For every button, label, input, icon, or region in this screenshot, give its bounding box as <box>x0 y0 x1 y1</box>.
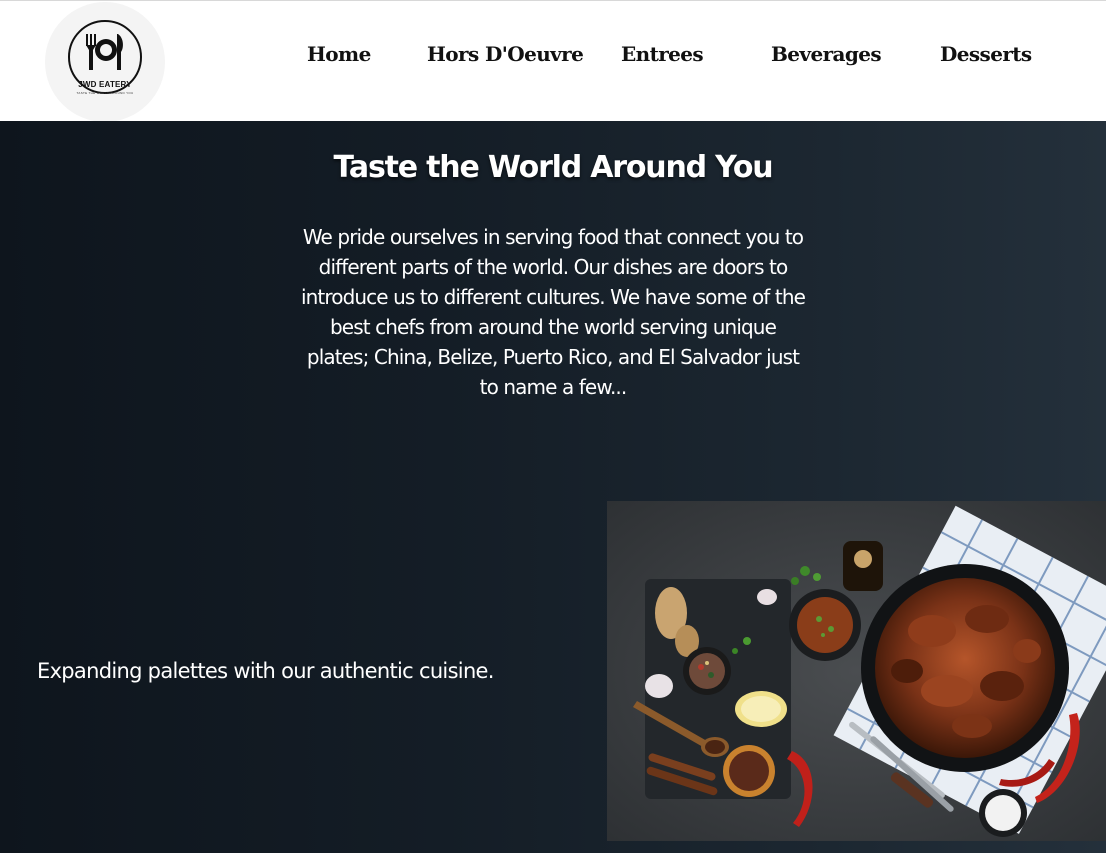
site-header: JWD EATERY TASTE THE WORLD AROUND YOU Ho… <box>0 0 1106 122</box>
brand-tagline: TASTE THE WORLD AROUND YOU <box>76 91 134 95</box>
nav-beverages[interactable]: Beverages <box>771 42 882 66</box>
nav-desserts[interactable]: Desserts <box>940 42 1032 66</box>
intro-line: introduce us to different cultures. We h… <box>300 285 806 309</box>
page-title: Taste the World Around You <box>333 150 774 185</box>
intro-line: plates; China, Belize, Puerto Rico, and … <box>306 345 800 369</box>
hero-section: Taste the World Around You We pride ours… <box>0 121 1106 853</box>
nav-hors-doeuvre[interactable]: Hors D'Oeuvre <box>427 42 584 66</box>
plate-utensils-icon <box>86 34 123 70</box>
intro-line: to name a few... <box>479 375 628 399</box>
intro-line: We pride ourselves in serving food that … <box>302 225 804 249</box>
nav-entrees[interactable]: Entrees <box>621 42 704 66</box>
brand-name: JWD EATERY <box>78 80 132 89</box>
brand-logo[interactable]: JWD EATERY TASTE THE WORLD AROUND YOU <box>45 2 165 122</box>
intro-paragraph: We pride ourselves in serving food that … <box>276 222 830 402</box>
grilled-chicken-spices-photo <box>607 501 1106 841</box>
food-photo <box>607 501 1106 841</box>
feature-tagline: Expanding palettes with our authentic cu… <box>37 659 494 683</box>
intro-line: best chefs from around the world serving… <box>330 315 777 339</box>
intro-line: different parts of the world. Our dishes… <box>318 255 789 279</box>
nav-home[interactable]: Home <box>307 42 371 66</box>
